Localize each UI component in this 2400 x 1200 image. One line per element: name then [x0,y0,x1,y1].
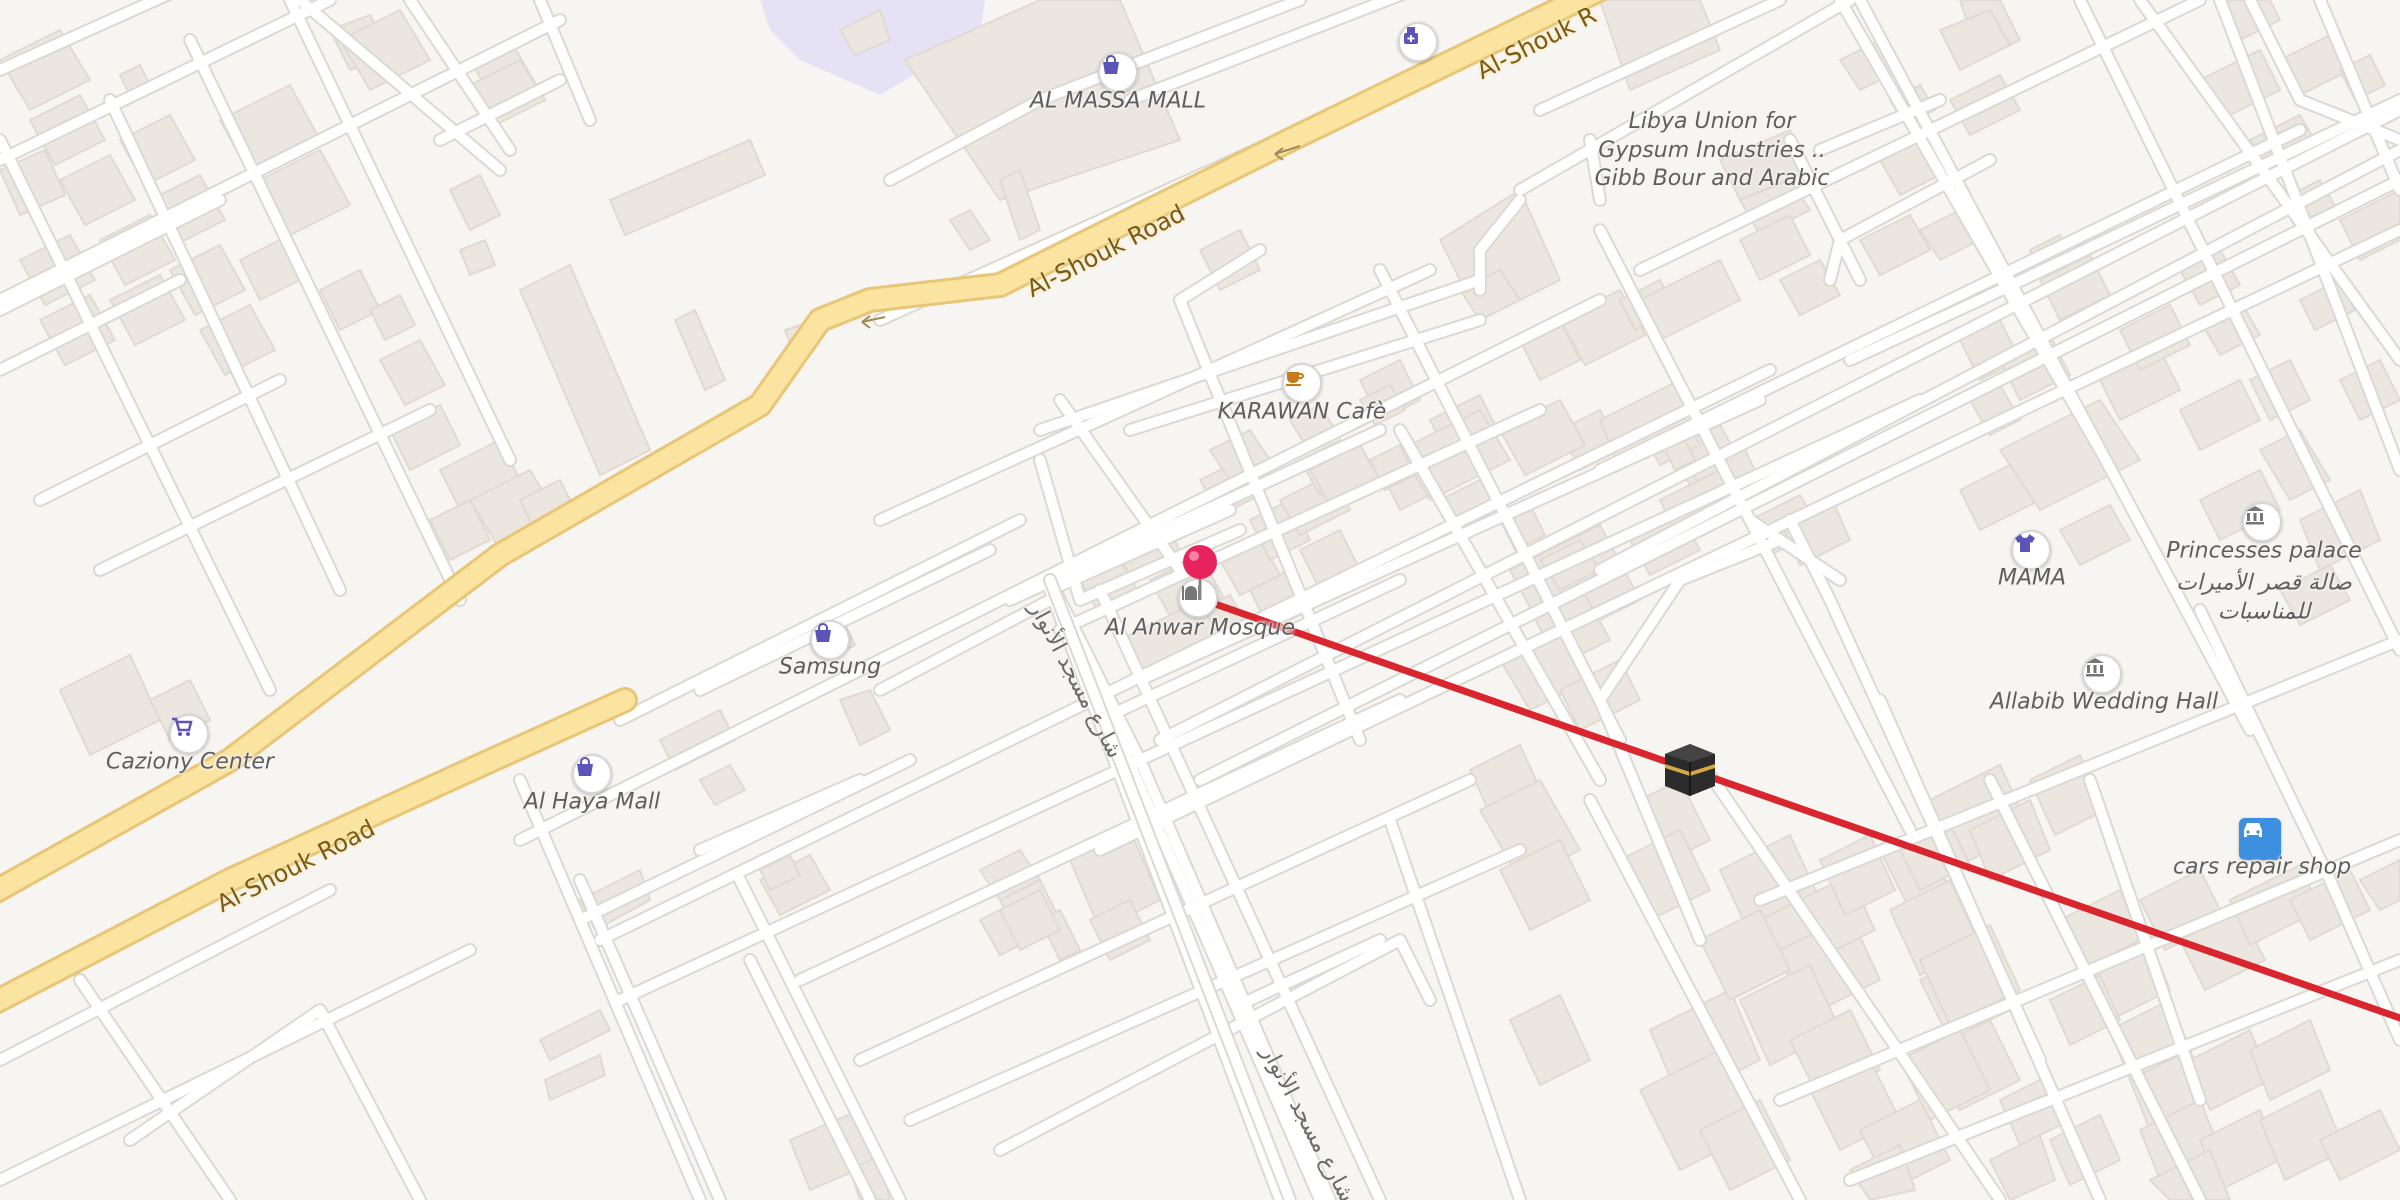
princesses-palace-arabic-label: صالة قصر الأميرات للمناسبات [2176,570,2352,624]
landmark-icon [2086,658,2104,677]
pharmacy-icon [1404,27,1418,44]
mama-label: MAMA [1997,565,2067,591]
landmark-icon [2246,506,2264,525]
libya-union-label: Libya Union for Gypsum Industries .. Gib… [1594,109,1830,192]
princesses-palace-label: Princesses palace [2166,538,2362,564]
map-canvas[interactable]: Al-Shouk Road Al-Shouk R Al-Shouk Road ش… [0,0,2400,1200]
allabib-wedding-hall-label: Allabib Wedding Hall [1989,689,2219,715]
al-haya-mall-label: Al Haya Mall [523,789,661,815]
cazioni-center-label: Caziony Center [106,749,274,775]
karawan-cafe-poi[interactable] [1282,363,1322,403]
shopping-bag-icon [1103,55,1119,74]
shopping-bag-icon [577,757,593,776]
shirt-icon [2015,534,2035,552]
karawan-cafe-label: KARAWAN Cafè [1217,399,1387,425]
princesses-palace-poi[interactable] [2242,502,2282,542]
coffee-cup-icon [1286,372,1304,386]
samsung-label: Samsung [778,654,882,680]
car-icon [2244,823,2262,837]
shopping-bag-icon [815,623,831,642]
location-pin-icon[interactable] [1180,544,1220,600]
cars-repair-shop-label: cars repair shop [2172,854,2352,880]
al-massa-mall-poi[interactable] [1098,52,1138,92]
al-massa-mall-label: AL MASSA MALL [1029,88,1207,114]
pharmacy-poi[interactable] [1398,22,1438,62]
cart-icon [172,717,193,736]
kaaba-icon[interactable] [1661,740,1719,798]
al-anwar-mosque-label: Al Anwar Mosque [1104,615,1296,641]
